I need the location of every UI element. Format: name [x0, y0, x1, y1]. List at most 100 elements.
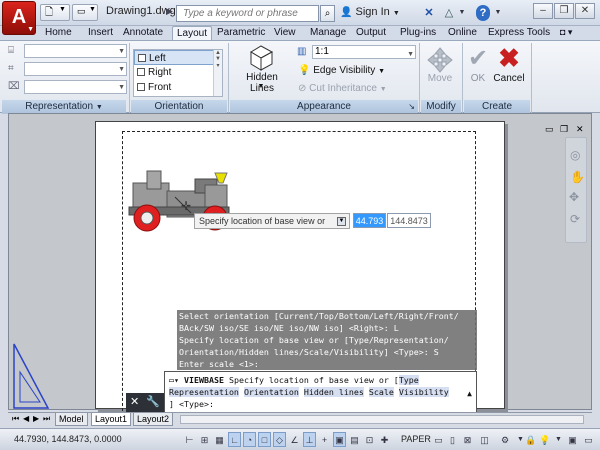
chevron-down-icon[interactable]: ▼ [256, 83, 266, 90]
tab-annotate[interactable]: Annotate [123, 26, 163, 40]
customize-wrench-icon[interactable]: 🔧 [146, 396, 160, 408]
grid-display-icon[interactable]: ▦ [213, 432, 226, 447]
chevron-down-icon[interactable]: ▼ [458, 5, 466, 21]
navigation-bar[interactable]: ◎ ✋ ✥ ⟳ [565, 137, 587, 243]
close-icon[interactable]: ✕ [575, 3, 595, 19]
restore-icon[interactable]: ❐ [554, 3, 574, 19]
tab-online[interactable]: Online [448, 26, 477, 40]
zoom-extents-icon[interactable]: ✥ [569, 190, 579, 204]
orientation-list[interactable]: Left Right Front ▲ ▼ ▾ [133, 49, 223, 97]
tab-layout[interactable]: Layout [172, 26, 213, 40]
panel-title-representation[interactable]: Representation ▼ [2, 100, 126, 114]
orientation-scrollbar[interactable]: ▲ ▼ ▾ [213, 50, 222, 96]
orbit-icon[interactable]: ⟳ [570, 212, 580, 226]
lineweight-icon[interactable]: ▣ [333, 432, 346, 447]
coord-x-input[interactable]: 44.793 [353, 213, 386, 228]
annotation-scale-icon[interactable]: ◫ [478, 432, 491, 447]
model-state-combo[interactable]: ▼ [24, 62, 127, 76]
ortho-mode-icon[interactable]: ∟ [228, 432, 241, 447]
lock-icon[interactable]: 🔒 [524, 432, 537, 447]
cut-inheritance-button[interactable]: ⊘ Cut Inheritance ▼ [298, 82, 387, 96]
clean-screen-icon[interactable]: ▭ [582, 432, 595, 447]
paper-model-toggle[interactable]: PAPER [399, 432, 433, 446]
orientation-item-left[interactable]: Left [134, 50, 222, 65]
options-arrow-icon[interactable]: ▼ [337, 217, 346, 226]
tab-parametric[interactable]: Parametric [217, 26, 265, 40]
maximize-viewport-icon[interactable]: ⊠ [461, 432, 474, 447]
minimize-icon[interactable]: – [533, 3, 553, 19]
last-tab-icon[interactable]: ⏭ [43, 413, 50, 425]
quick-access-toolbar[interactable]: 🗋 ▼ [40, 4, 70, 21]
scale-combo[interactable]: 1:1 ▼ [312, 45, 416, 59]
representation-combo[interactable]: ▼ [24, 44, 127, 58]
orientation-item-front[interactable]: Front [134, 80, 222, 95]
ducs-icon[interactable]: ⊥ [303, 432, 316, 447]
quick-properties-icon[interactable]: ⊡ [363, 432, 376, 447]
steering-wheel-icon[interactable]: ◎ [570, 148, 580, 162]
tab-output[interactable]: Output [356, 26, 386, 40]
tab-plug-ins[interactable]: Plug-ins [400, 26, 436, 40]
chevron-down-icon[interactable]: ▼ [59, 6, 66, 13]
cancel-button[interactable]: Cancel [491, 73, 527, 84]
pan-hand-icon[interactable]: ✋ [570, 170, 585, 184]
hardware-acceleration-icon[interactable]: 💡 [538, 432, 551, 447]
option-representation[interactable]: Representation [169, 387, 239, 397]
command-history-arrow-icon[interactable]: ▲ [467, 388, 472, 400]
option-type[interactable]: Type [398, 375, 419, 385]
polar-tracking-icon[interactable]: ◔ [243, 432, 256, 447]
isolate-objects-icon[interactable]: ▣ [566, 432, 579, 447]
ok-button[interactable]: OK [466, 73, 490, 84]
option-orientation[interactable]: Orientation [243, 387, 299, 397]
restore-icon[interactable]: ❐ [560, 124, 568, 135]
next-tab-icon[interactable]: ▶ [33, 413, 39, 425]
search-icon[interactable]: ⌕ [320, 5, 335, 22]
object-snap-icon[interactable]: □ [258, 432, 271, 447]
object-snap-tracking-icon[interactable]: ∠ [288, 432, 301, 447]
option-visibility[interactable]: Visibility [398, 387, 449, 397]
info-center-arrow-icon[interactable]: ▶ [166, 6, 173, 17]
option-hidden-lines[interactable]: Hidden lines [303, 387, 364, 397]
design-view-combo[interactable]: ▼ [24, 80, 127, 94]
first-tab-icon[interactable]: ⏮ [12, 413, 19, 425]
close-icon[interactable]: ✕ [130, 396, 139, 408]
dynamic-input-icon[interactable]: + [318, 432, 331, 447]
horizontal-scrollbar[interactable] [180, 415, 584, 424]
snap-mode-icon[interactable]: ⊞ [198, 432, 211, 447]
quick-view-layouts-icon[interactable]: ▭ [432, 432, 445, 447]
quick-view-drawings-icon[interactable]: ▯ [446, 432, 459, 447]
new-icon[interactable]: 🗋 [45, 5, 53, 22]
tab-model[interactable]: Model [55, 413, 88, 426]
application-menu-button[interactable]: A ▼ [2, 1, 36, 35]
workspace-switching-icon[interactable]: ⚙ [497, 432, 513, 447]
ribbon-minimize-icon[interactable]: ◘ ▾ [560, 26, 572, 40]
close-icon[interactable]: ✕ [576, 124, 584, 135]
prev-tab-icon[interactable]: ◀ [23, 413, 29, 425]
orientation-item-right[interactable]: Right [134, 65, 222, 80]
move-button[interactable]: Move [424, 73, 456, 84]
tab-express-tools[interactable]: Express Tools [488, 26, 550, 40]
search-input[interactable]: Type a keyword or phrase [176, 5, 319, 22]
transparency-icon[interactable]: ▤ [348, 432, 361, 447]
coord-y-input[interactable]: 144.8473 [387, 213, 431, 228]
3d-object-snap-icon[interactable]: ◇ [273, 432, 286, 447]
tab-insert[interactable]: Insert [88, 26, 113, 40]
command-line-grip[interactable]: ✕ 🔧 [126, 393, 164, 412]
selection-cycling-icon[interactable]: ✚ [378, 432, 391, 447]
open-button[interactable]: ▭ ▼ [72, 4, 98, 21]
sign-in-button[interactable]: 👤 Sign In ▼ [340, 6, 400, 18]
help-icon[interactable]: ? [476, 5, 490, 21]
chevron-down-icon[interactable]: ▼ [552, 432, 565, 447]
hidden-lines-icon[interactable] [246, 43, 276, 71]
chevron-down-icon[interactable]: ▼ [494, 5, 502, 21]
tab-layout1[interactable]: Layout1 [91, 413, 132, 426]
exchange-icon[interactable]: ✕ [422, 5, 436, 21]
tab-home[interactable]: Home [45, 26, 72, 40]
tab-view[interactable]: View [274, 26, 296, 40]
minimize-icon[interactable]: ▭ [545, 124, 554, 135]
infer-constraints-icon[interactable]: ⊢ [183, 432, 196, 447]
command-line[interactable]: ▭▾ VIEWBASE Specify location of base vie… [164, 371, 477, 413]
option-scale[interactable]: Scale [368, 387, 394, 397]
tab-manage[interactable]: Manage [310, 26, 346, 40]
edge-visibility-button[interactable]: 💡 Edge Visibility ▼ [298, 64, 385, 78]
dialog-launcher-icon[interactable]: ↘ [408, 100, 415, 113]
